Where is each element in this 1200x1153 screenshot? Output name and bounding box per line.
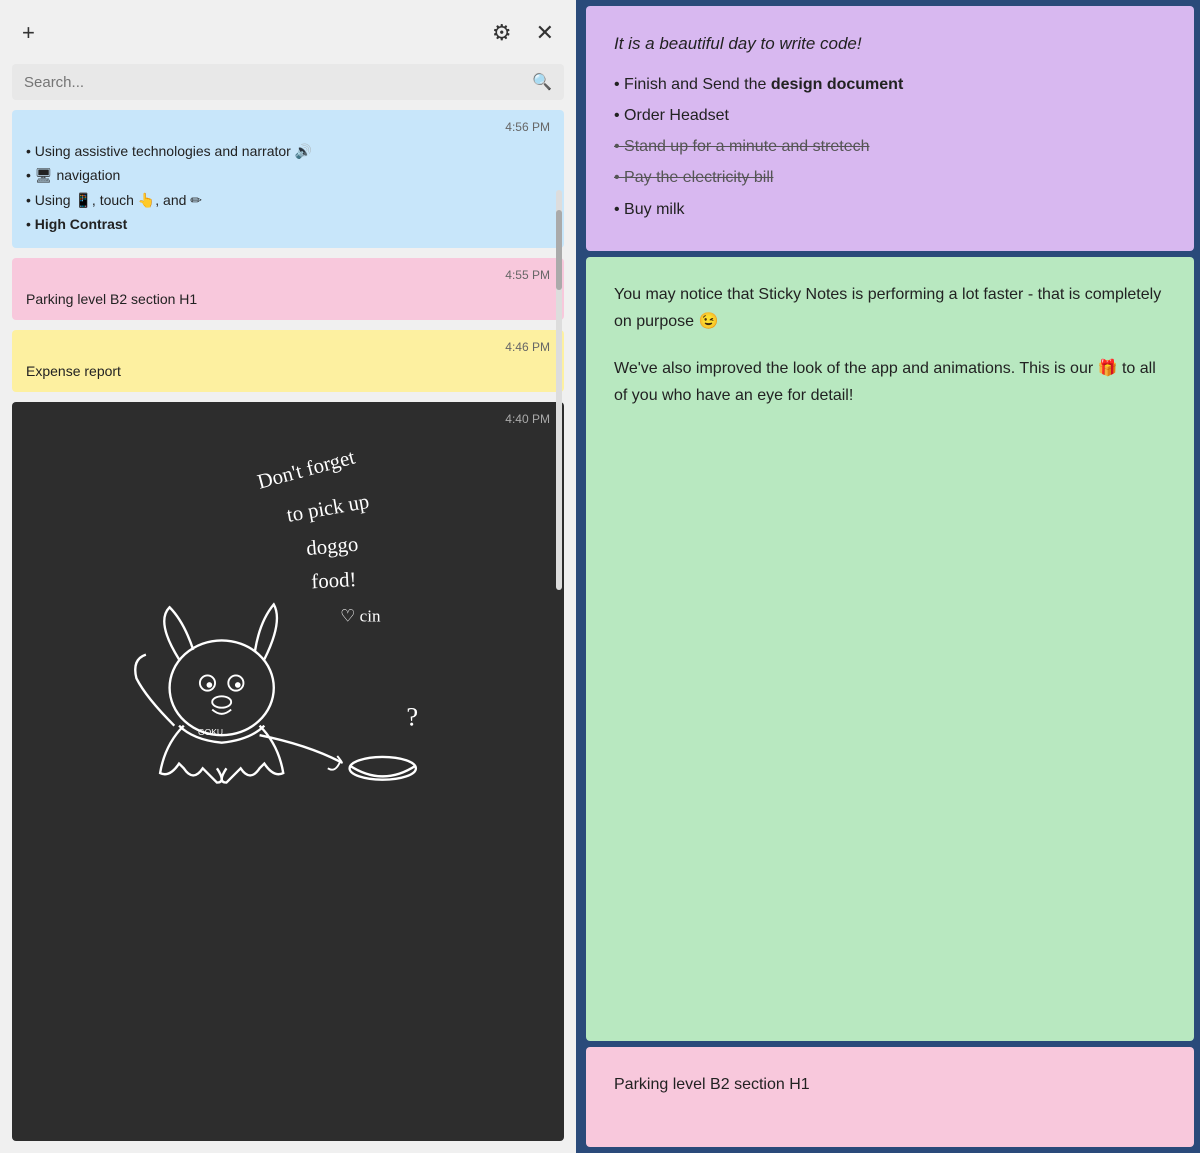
note-card-pink[interactable]: 4:55 PM Parking level B2 section H1 [12,258,564,320]
close-button[interactable]: ✕ [528,16,562,50]
note-time-pink: 4:55 PM [26,268,550,282]
note-time-yellow: 4:46 PM [26,340,550,354]
svg-text:?: ? [406,702,418,732]
sticky-note-purple[interactable]: It is a beautiful day to write code! Fin… [586,6,1194,251]
note-content-blue: Using assistive technologies and narrato… [26,140,550,236]
green-note-para2: We've also improved the look of the app … [614,355,1166,409]
svg-text:♡ cin: ♡ cin [340,607,381,626]
list-item-strikethrough: Pay the electricity bill [614,164,1166,191]
green-note-para1: You may notice that Sticky Notes is perf… [614,281,1166,335]
note-card-blue[interactable]: 4:56 PM Using assistive technologies and… [12,110,564,248]
svg-text:GOKU: GOKU [198,728,223,738]
note-content-pink: Parking level B2 section H1 [26,288,550,310]
list-item: Order Headset [614,102,1166,129]
bold-text: design document [771,76,903,93]
scrollbar-thumb[interactable] [556,210,562,290]
svg-text:doggo: doggo [305,532,359,560]
list-item: 🖥 navigation [26,164,550,186]
search-bar: 🔍 [12,64,564,100]
toolbar-right: ⚙ ✕ [484,16,562,50]
notes-list: 4:56 PM Using assistive technologies and… [12,110,564,1141]
light-pink-note-text: Parking level B2 section H1 [614,1071,1166,1098]
list-item-strikethrough: Stand up for a minute and stretech [614,133,1166,160]
note-card-dark[interactable]: 4:40 PM Don't forget to pick up doggo fo… [12,402,564,1141]
dog-svg: Don't forget to pick up doggo food! ♡ ci… [68,432,508,792]
toolbar: + ⚙ ✕ [12,12,564,54]
list-item: High Contrast [26,213,550,235]
note-content-yellow: Expense report [26,360,550,382]
list-item: Buy milk [614,196,1166,223]
add-note-button[interactable]: + [14,16,43,50]
search-input[interactable] [24,74,524,91]
svg-text:to pick up: to pick up [285,489,371,527]
right-panel: It is a beautiful day to write code! Fin… [580,0,1200,1153]
purple-note-list: Finish and Send the design document Orde… [614,71,1166,223]
list-item: Using assistive technologies and narrato… [26,140,550,162]
scrollbar-track[interactable] [556,190,562,590]
settings-button[interactable]: ⚙ [484,16,520,50]
purple-note-header: It is a beautiful day to write code! [614,30,1166,59]
list-item: Finish and Send the design document [614,71,1166,98]
note-time-blue: 4:56 PM [26,120,550,134]
sticky-note-green[interactable]: You may notice that Sticky Notes is perf… [586,257,1194,1041]
svg-text:food!: food! [311,567,357,593]
svg-text:Don't forget: Don't forget [255,445,358,494]
bold-text: High Contrast [35,216,128,232]
note-card-yellow[interactable]: 4:46 PM Expense report [12,330,564,392]
note-time-dark: 4:40 PM [26,412,550,426]
dog-drawing: Don't forget to pick up doggo food! ♡ ci… [26,432,550,792]
search-button[interactable]: 🔍 [532,72,552,92]
left-panel: + ⚙ ✕ 🔍 4:56 PM Using assistive technolo… [0,0,580,1153]
sticky-note-light-pink[interactable]: Parking level B2 section H1 [586,1047,1194,1147]
list-item: Using 📱, touch 👆, and ✏ [26,189,550,211]
